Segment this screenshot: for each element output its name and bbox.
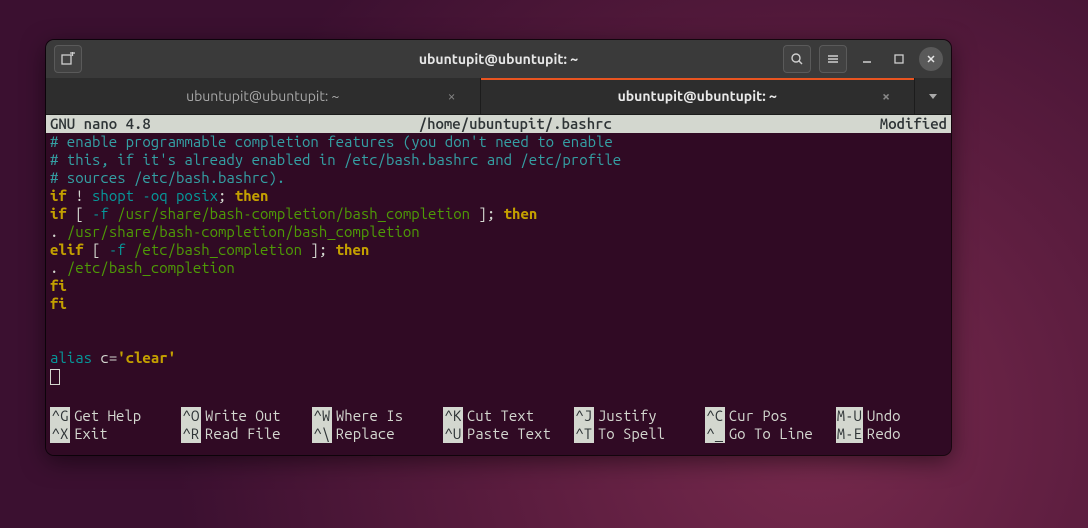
code-line: elif [ -f /etc/bash_completion ]; then: [50, 241, 947, 259]
shortcut-label: Go To Line: [729, 425, 813, 443]
shortcut-label: Cur Pos: [729, 407, 788, 425]
shortcut-label: Undo: [867, 407, 901, 425]
shortcut-label: Replace: [336, 425, 395, 443]
tab-label: ubuntupit@ubuntupit: ~: [186, 88, 339, 104]
shortcut-label: Paste Text: [467, 425, 551, 443]
shortcut-key: ^W: [312, 407, 332, 425]
minimize-button[interactable]: [855, 47, 879, 71]
shortcut-label: Exit: [74, 425, 108, 443]
shortcut-label: Redo: [867, 425, 901, 443]
search-button[interactable]: [783, 45, 811, 73]
shortcut-label: Read File: [205, 425, 281, 443]
tab-inactive[interactable]: ubuntupit@ubuntupit: ~ ×: [46, 78, 481, 114]
shortcut-key: ^T: [574, 425, 594, 443]
shortcut-key: ^_: [705, 425, 725, 443]
tab-label: ubuntupit@ubuntupit: ~: [618, 88, 777, 104]
tab-active[interactable]: ubuntupit@ubuntupit: ~ ×: [481, 78, 916, 114]
shortcut-key: ^\: [312, 425, 332, 443]
shortcut-label: To Spell: [598, 425, 665, 443]
menu-button[interactable]: [819, 45, 847, 73]
nano-file-path: /home/ubuntupit/.bashrc: [151, 115, 880, 133]
titlebar: ubuntupit@ubuntupit: ~: [46, 40, 951, 78]
text-cursor: [50, 369, 60, 385]
shortcut-key: ^G: [50, 407, 70, 425]
code-line: if [ -f /usr/share/bash-completion/bash_…: [50, 205, 947, 223]
shortcut-label: Get Help: [74, 407, 141, 425]
shortcut-key: ^O: [181, 407, 201, 425]
code-line: # this, if it's already enabled in /etc/…: [50, 151, 621, 168]
window-title: ubuntupit@ubuntupit: ~: [419, 51, 578, 67]
tab-close-icon[interactable]: ×: [882, 88, 890, 104]
shortcut-key: M-U: [836, 407, 863, 425]
terminal-content[interactable]: GNU nano 4.8 /home/ubuntupit/.bashrc Mod…: [46, 115, 951, 455]
nano-status-bar: GNU nano 4.8 /home/ubuntupit/.bashrc Mod…: [46, 115, 951, 133]
terminal-window: ubuntupit@ubuntupit: ~ ubuntupit@ubuntup…: [46, 40, 951, 455]
tab-bar: ubuntupit@ubuntupit: ~ × ubuntupit@ubunt…: [46, 78, 951, 115]
editor-body: # enable programmable completion feature…: [46, 133, 951, 407]
shortcut-key: ^X: [50, 425, 70, 443]
code-line: . /etc/bash_completion: [50, 259, 947, 277]
code-line: fi: [50, 295, 947, 313]
new-tab-button[interactable]: [54, 45, 82, 73]
nano-app-name: GNU nano 4.8: [50, 115, 151, 133]
shortcut-key: ^J: [574, 407, 594, 425]
maximize-button[interactable]: [887, 47, 911, 71]
tab-menu-button[interactable]: [915, 78, 951, 114]
nano-shortcut-row: ^XExit ^RRead File ^\Replace ^UPaste Tex…: [46, 425, 951, 443]
code-line: . /usr/share/bash-completion/bash_comple…: [50, 223, 947, 241]
shortcut-key: ^K: [443, 407, 463, 425]
shortcut-label: Cut Text: [467, 407, 534, 425]
code-line: fi: [50, 277, 947, 295]
shortcut-key: ^U: [443, 425, 463, 443]
shortcut-key: ^R: [181, 425, 201, 443]
shortcut-label: Where Is: [336, 407, 403, 425]
code-line: # sources /etc/bash.bashrc).: [50, 169, 285, 186]
nano-modified-flag: Modified: [880, 115, 947, 133]
nano-shortcut-row: ^GGet Help ^OWrite Out ^WWhere Is ^KCut …: [46, 407, 951, 425]
shortcut-key: M-E: [836, 425, 863, 443]
code-line: alias c='clear': [50, 349, 947, 367]
shortcut-key: ^C: [705, 407, 725, 425]
shortcut-label: Write Out: [205, 407, 281, 425]
tab-close-icon[interactable]: ×: [448, 88, 456, 104]
code-line: if ! shopt -oq posix; then: [50, 187, 947, 205]
shortcut-label: Justify: [598, 407, 657, 425]
code-line: # enable programmable completion feature…: [50, 133, 613, 150]
close-button[interactable]: [919, 47, 943, 71]
